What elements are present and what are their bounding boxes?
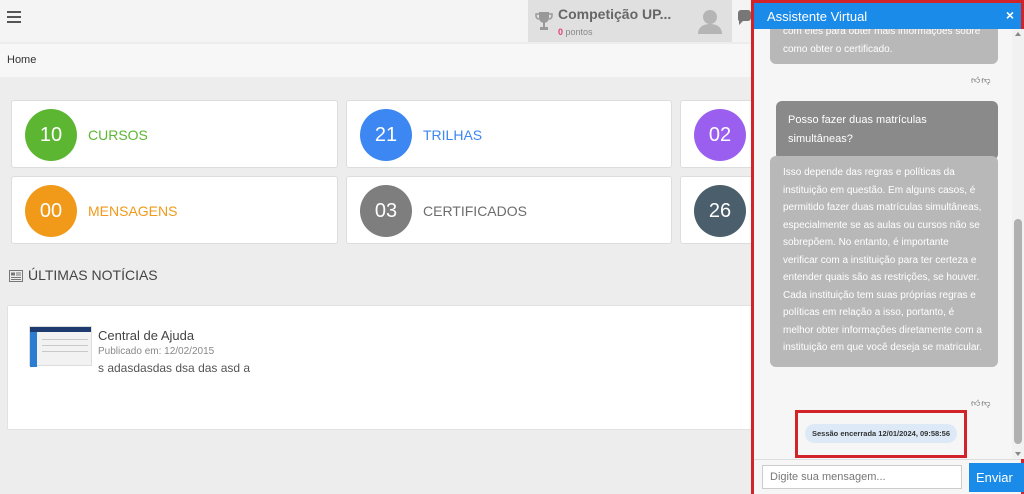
card-certificados[interactable]: 03 CERTIFICADOS: [346, 176, 672, 244]
user-menu[interactable]: [688, 0, 732, 42]
send-button[interactable]: Enviar: [969, 463, 1024, 492]
chat-header: Assistente Virtual ×: [754, 3, 1021, 29]
news-thumbnail: [29, 326, 92, 367]
bot-message: com eles para obter mais informações sob…: [770, 29, 998, 64]
card-label: CURSOS: [88, 127, 148, 143]
card-label: MENSAGENS: [88, 203, 178, 219]
chat-scrollbar[interactable]: [1012, 29, 1024, 459]
scroll-thumb[interactable]: [1014, 219, 1022, 444]
card-cursos[interactable]: 10 CURSOS: [11, 100, 338, 168]
message-input[interactable]: [762, 465, 962, 489]
avatar-icon: [698, 10, 722, 34]
news-excerpt: s adasdasdas dsa das asd a: [98, 361, 251, 375]
card-count: 03: [360, 185, 412, 237]
trophy-icon: [535, 12, 553, 30]
card-count: 21: [360, 109, 412, 161]
card-label: TRILHAS: [423, 127, 483, 143]
chat-title: Assistente Virtual: [767, 9, 868, 24]
competition-widget[interactable]: Competição UP... 0 pontos: [528, 0, 688, 42]
card-count: 02: [694, 109, 746, 161]
card-count: 00: [25, 185, 77, 237]
card-count: 26: [694, 185, 746, 237]
virtual-assistant-panel: Assistente Virtual × com eles para obter…: [751, 0, 1024, 494]
news-date: Publicado em: 12/02/2015: [98, 346, 215, 357]
scroll-up-icon[interactable]: [1015, 32, 1021, 36]
news-title[interactable]: Central de Ajuda: [98, 328, 194, 343]
news-item[interactable]: Central de Ajuda Publicado em: 12/02/201…: [7, 305, 762, 430]
session-status-highlight: Sessão encerrada 12/01/2024, 09:58:56: [795, 410, 967, 458]
newspaper-icon: [9, 270, 23, 282]
card-mensagens[interactable]: 00 MENSAGENS: [11, 176, 338, 244]
thumbs-down-icon[interactable]: 👎︎: [981, 75, 991, 85]
bot-message: Isso depende das regras e políticas da i…: [770, 156, 998, 367]
user-message: Posso fazer duas matrículas simultâneas?: [776, 101, 998, 160]
thumbs-up-icon[interactable]: 👍︎: [971, 75, 981, 85]
chat-input-bar: Enviar: [754, 459, 1024, 494]
card-label: CERTIFICADOS: [423, 203, 527, 219]
news-section-title: ÚLTIMAS NOTÍCIAS: [28, 267, 158, 283]
session-status-badge: Sessão encerrada 12/01/2024, 09:58:56: [805, 424, 957, 443]
card-count: 10: [25, 109, 77, 161]
thumbs-up-icon[interactable]: 👍︎: [971, 398, 981, 408]
competition-title: Competição UP...: [558, 6, 672, 22]
news-section-header: ÚLTIMAS NOTÍCIAS: [9, 267, 158, 283]
scroll-down-icon[interactable]: [1015, 452, 1021, 456]
menu-icon[interactable]: [7, 11, 21, 23]
feedback-icons[interactable]: 👍︎👎︎: [971, 75, 992, 86]
thumbs-down-icon[interactable]: 👎︎: [981, 398, 991, 408]
close-icon[interactable]: ×: [1006, 7, 1014, 23]
chat-messages: com eles para obter mais informações sob…: [754, 29, 1012, 459]
feedback-icons[interactable]: 👍︎👎︎: [971, 398, 992, 409]
competition-points: 0 pontos: [558, 27, 593, 37]
breadcrumb-home[interactable]: Home: [7, 54, 36, 66]
chat-bubble-icon[interactable]: [737, 10, 751, 26]
card-trilhas[interactable]: 21 TRILHAS: [346, 100, 672, 168]
